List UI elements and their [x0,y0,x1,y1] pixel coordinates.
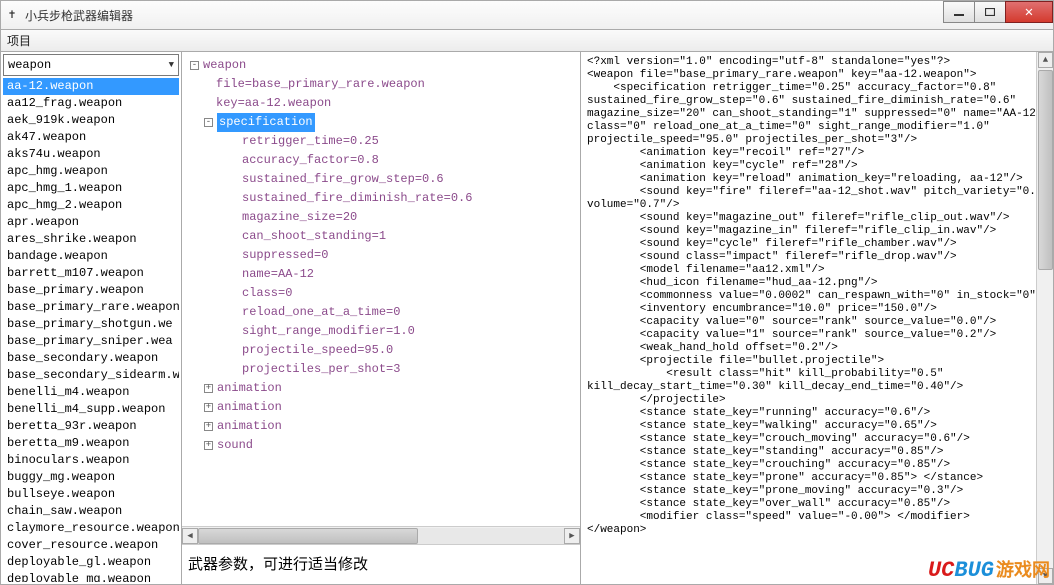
list-item[interactable]: aks74u.weapon [3,146,179,163]
list-item[interactable]: base_primary.weapon [3,282,179,299]
list-item[interactable]: binoculars.weapon [3,452,179,469]
list-item[interactable]: base_primary_sniper.wea [3,333,179,350]
tree-node[interactable]: class=0 [182,284,580,303]
close-button[interactable]: ✕ [1005,1,1053,23]
tree-node[interactable]: sight_range_modifier=1.0 [182,322,580,341]
list-item[interactable]: beretta_93r.weapon [3,418,179,435]
left-panel: weapon ▼ aa-12.weaponaa12_frag.weaponaek… [1,52,181,584]
tree-node[interactable]: magazine_size=20 [182,208,580,227]
window-buttons: ✕ [944,1,1053,23]
tree-node[interactable]: +animation [182,417,580,436]
weapon-list[interactable]: aa-12.weaponaa12_frag.weaponaek_919k.wea… [3,78,179,582]
tree-node[interactable]: -weapon [182,56,580,75]
tree-node[interactable]: accuracy_factor=0.8 [182,151,580,170]
list-item[interactable]: base_secondary.weapon [3,350,179,367]
tree-node[interactable]: reload_one_at_a_time=0 [182,303,580,322]
list-item[interactable]: deployable_gl.weapon [3,554,179,571]
list-item[interactable]: benelli_m4.weapon [3,384,179,401]
tree-node[interactable]: key=aa-12.weapon [182,94,580,113]
list-item[interactable]: chain_saw.weapon [3,503,179,520]
list-item[interactable]: cover_resource.weapon [3,537,179,554]
list-item[interactable]: beretta_m9.weapon [3,435,179,452]
tree-node[interactable]: retrigger_time=0.25 [182,132,580,151]
category-dropdown[interactable]: weapon ▼ [3,54,179,76]
list-item[interactable]: benelli_m4_supp.weapon [3,401,179,418]
dropdown-value: weapon [8,58,51,72]
list-item[interactable]: base_primary_shotgun.we [3,316,179,333]
tree-node[interactable]: file=base_primary_rare.weapon [182,75,580,94]
tree-node[interactable]: +sound [182,436,580,455]
tree-node[interactable]: +animation [182,379,580,398]
list-item[interactable]: aa-12.weapon [3,78,179,95]
tree-node[interactable]: projectiles_per_shot=3 [182,360,580,379]
app-icon: ✝ [5,8,19,22]
list-item[interactable]: ak47.weapon [3,129,179,146]
chevron-down-icon: ▼ [169,60,174,70]
tree-node[interactable]: name=AA-12 [182,265,580,284]
tree-node[interactable]: can_shoot_standing=1 [182,227,580,246]
list-item[interactable]: apc_hmg_1.weapon [3,180,179,197]
tree-panel: -weaponfile=base_primary_rare.weaponkey=… [181,52,581,584]
footer-caption: 武器参数，可进行适当修改 [182,544,580,584]
list-item[interactable]: deployable_mg.weapon [3,571,179,582]
scroll-right-button[interactable]: ▶ [564,528,580,544]
list-item[interactable]: claymore_resource.weapon [3,520,179,537]
tree-node[interactable]: suppressed=0 [182,246,580,265]
menu-bar: 项目 [0,30,1054,52]
tree-node[interactable]: sustained_fire_grow_step=0.6 [182,170,580,189]
watermark: UCBUG 游戏网 [928,556,1050,583]
main-area: weapon ▼ aa-12.weaponaa12_frag.weaponaek… [0,52,1054,585]
tree-node[interactable]: +animation [182,398,580,417]
window-title: 小兵步枪武器编辑器 [25,7,133,24]
property-tree[interactable]: -weaponfile=base_primary_rare.weaponkey=… [182,52,580,526]
list-item[interactable]: apc_hmg.weapon [3,163,179,180]
list-item[interactable]: apc_hmg_2.weapon [3,197,179,214]
list-item[interactable]: bullseye.weapon [3,486,179,503]
list-item[interactable]: apr.weapon [3,214,179,231]
hscroll-thumb[interactable] [198,528,418,544]
list-item[interactable]: buggy_mg.weapon [3,469,179,486]
titlebar: ✝ 小兵步枪武器编辑器 ✕ [0,0,1054,30]
xml-panel: <?xml version="1.0" encoding="utf-8" sta… [581,52,1053,584]
list-item[interactable]: base_secondary_sidearm.w [3,367,179,384]
minimize-button[interactable] [943,1,975,23]
vscroll-thumb[interactable] [1038,70,1053,270]
list-item[interactable]: ares_shrike.weapon [3,231,179,248]
list-item[interactable]: bandage.weapon [3,248,179,265]
list-item[interactable]: barrett_m107.weapon [3,265,179,282]
list-item[interactable]: aa12_frag.weapon [3,95,179,112]
scroll-up-button[interactable]: ▲ [1038,52,1053,68]
tree-node[interactable]: sustained_fire_diminish_rate=0.6 [182,189,580,208]
menu-item-project[interactable]: 项目 [7,32,31,49]
scroll-left-button[interactable]: ◀ [182,528,198,544]
tree-node[interactable]: projectile_speed=95.0 [182,341,580,360]
list-item[interactable]: base_primary_rare.weapon [3,299,179,316]
maximize-button[interactable] [974,1,1006,23]
tree-hscrollbar[interactable]: ◀ ▶ [182,526,580,544]
xml-text[interactable]: <?xml version="1.0" encoding="utf-8" sta… [581,52,1053,541]
xml-vscrollbar[interactable]: ▲ ▼ [1036,52,1053,584]
list-item[interactable]: aek_919k.weapon [3,112,179,129]
tree-node[interactable]: -specification [182,113,580,132]
